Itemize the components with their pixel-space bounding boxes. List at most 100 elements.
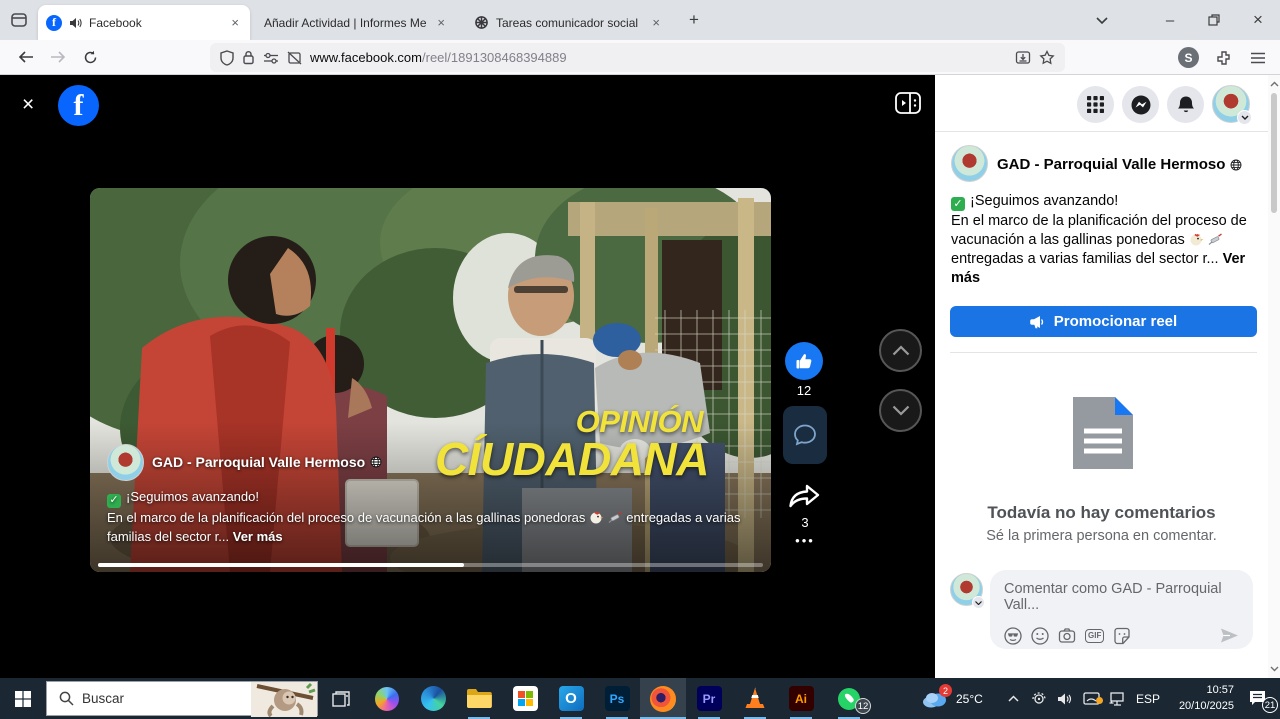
more-options-icon[interactable]: ••• bbox=[785, 533, 825, 548]
reload-icon[interactable] bbox=[74, 43, 106, 71]
reel-page-avatar[interactable] bbox=[107, 444, 144, 481]
firefox-button[interactable] bbox=[640, 678, 686, 719]
hidden-icons-chevron[interactable] bbox=[1000, 695, 1026, 702]
chevron-up-icon bbox=[892, 345, 910, 356]
window-restore-button[interactable] bbox=[1192, 0, 1236, 40]
scroll-up-icon[interactable] bbox=[1270, 81, 1279, 87]
gif-icon[interactable]: GIF bbox=[1085, 629, 1104, 643]
comment-input[interactable]: Comentar como GAD - Parroquial Vall... G… bbox=[990, 570, 1253, 649]
volume-icon[interactable] bbox=[1052, 692, 1078, 706]
tab-list-chevron-icon[interactable] bbox=[1080, 0, 1124, 40]
comment-bubble-icon bbox=[792, 422, 818, 448]
start-button[interactable] bbox=[0, 678, 46, 719]
tracking-shield-icon[interactable] bbox=[220, 50, 234, 66]
see-more-link[interactable]: Ver más bbox=[233, 529, 283, 544]
vlc-button[interactable] bbox=[732, 678, 778, 719]
chatgpt-favicon bbox=[474, 15, 489, 30]
messenger-icon bbox=[1131, 95, 1151, 115]
tab-close-icon[interactable]: × bbox=[434, 15, 448, 30]
taskbar-search-box[interactable]: Buscar bbox=[46, 681, 318, 716]
notifications-button[interactable] bbox=[1167, 86, 1204, 123]
apps-grid-icon bbox=[1087, 96, 1104, 113]
bookmark-star-icon[interactable] bbox=[1039, 50, 1055, 65]
apps-grid-button[interactable] bbox=[1077, 86, 1114, 123]
reel-page-name[interactable]: GAD - Parroquial Valle Hermoso bbox=[152, 454, 382, 470]
temperature-label[interactable]: 25°C bbox=[956, 692, 1000, 706]
next-reel-button[interactable] bbox=[879, 389, 922, 432]
lock-icon[interactable] bbox=[242, 50, 255, 65]
scroll-down-icon[interactable] bbox=[1270, 666, 1279, 672]
outlook-button[interactable]: O bbox=[548, 678, 594, 719]
premiere-button[interactable]: Pr bbox=[686, 678, 732, 719]
cast-screen-icon[interactable] bbox=[1078, 692, 1104, 706]
illustrator-button[interactable]: Ai bbox=[778, 678, 824, 719]
avatar-sticker-icon[interactable] bbox=[1004, 627, 1022, 645]
like-count: 12 bbox=[784, 383, 824, 398]
window-minimize-button[interactable]: – bbox=[1148, 0, 1192, 40]
outlook-icon: O bbox=[559, 686, 584, 711]
messenger-button[interactable] bbox=[1122, 86, 1159, 123]
tab-informes[interactable]: Añadir Actividad | Informes Mensua × bbox=[256, 5, 456, 40]
collapse-panel-icon[interactable] bbox=[895, 92, 921, 114]
back-icon[interactable] bbox=[10, 43, 42, 71]
language-indicator[interactable]: ESP bbox=[1130, 692, 1166, 706]
copilot-button[interactable] bbox=[364, 678, 410, 719]
address-bar[interactable]: www.facebook.com/reel/1891308468394889 bbox=[210, 43, 1065, 72]
close-reel-icon[interactable]: × bbox=[22, 93, 34, 117]
post-page-avatar[interactable] bbox=[951, 145, 988, 182]
like-button[interactable] bbox=[785, 342, 823, 380]
send-icon[interactable] bbox=[1220, 627, 1239, 644]
menu-hamburger-icon[interactable] bbox=[1242, 44, 1274, 72]
facebook-logo[interactable]: f bbox=[58, 85, 99, 126]
comment-button[interactable] bbox=[783, 406, 827, 464]
task-view-icon bbox=[332, 691, 350, 707]
tab-audio-icon[interactable] bbox=[69, 17, 82, 29]
tab-close-icon[interactable]: × bbox=[649, 15, 663, 30]
permissions-icon[interactable] bbox=[263, 52, 279, 64]
firefox-view-icon[interactable] bbox=[10, 11, 28, 29]
store-button[interactable] bbox=[502, 678, 548, 719]
tray-device-icon[interactable] bbox=[1026, 692, 1052, 706]
tab-close-icon[interactable]: × bbox=[228, 15, 242, 30]
save-page-icon[interactable] bbox=[1015, 50, 1031, 65]
tab-facebook[interactable]: f Facebook × bbox=[38, 5, 250, 40]
new-tab-button[interactable]: + bbox=[681, 8, 707, 32]
copilot-icon bbox=[375, 687, 399, 711]
blocked-content-icon[interactable] bbox=[287, 51, 302, 65]
scrollbar-thumb[interactable] bbox=[1271, 93, 1277, 213]
network-icon[interactable] bbox=[1104, 692, 1130, 706]
file-explorer-button[interactable] bbox=[456, 678, 502, 719]
extensions-puzzle-icon[interactable] bbox=[1208, 44, 1240, 72]
window-close-button[interactable]: × bbox=[1236, 0, 1280, 40]
notification-badge: 21 bbox=[1262, 697, 1278, 713]
task-view-button[interactable] bbox=[318, 678, 364, 719]
sticker-icon[interactable] bbox=[1113, 627, 1131, 645]
edge-icon bbox=[421, 686, 446, 711]
bell-icon bbox=[1177, 95, 1195, 114]
edge-button[interactable] bbox=[410, 678, 456, 719]
search-highlight-sloth-image[interactable] bbox=[251, 682, 317, 717]
video-progress-bar[interactable] bbox=[98, 563, 763, 567]
tab-tareas[interactable]: Tareas comunicador social GAD × bbox=[466, 5, 671, 40]
camera-icon[interactable] bbox=[1058, 627, 1076, 645]
whatsapp-button[interactable]: 12 bbox=[824, 678, 874, 719]
share-button[interactable] bbox=[786, 480, 824, 514]
reel-video[interactable]: OPINIÓN CÍUDADANA GAD - Parroquial Valle… bbox=[90, 188, 771, 572]
notification-center-button[interactable]: 21 bbox=[1234, 678, 1280, 719]
share-arrow-icon bbox=[786, 480, 824, 514]
photoshop-button[interactable]: Ps bbox=[594, 678, 640, 719]
taskbar-clock[interactable]: 10:57 20/10/2025 bbox=[1166, 683, 1234, 715]
extension-s-icon[interactable]: S bbox=[1178, 47, 1199, 68]
weather-button[interactable]: 2 bbox=[914, 678, 956, 719]
store-icon bbox=[513, 686, 538, 711]
sidebar-scrollbar[interactable] bbox=[1268, 75, 1280, 678]
promote-reel-button[interactable]: Promocionar reel bbox=[950, 306, 1257, 337]
post-page-name[interactable]: GAD - Parroquial Valle Hermoso bbox=[997, 156, 1242, 173]
comment-placeholder: Comentar como GAD - Parroquial Vall... bbox=[1004, 581, 1239, 613]
forward-icon[interactable] bbox=[42, 43, 74, 71]
globe-icon bbox=[1230, 159, 1242, 171]
search-placeholder: Buscar bbox=[82, 691, 124, 706]
emoji-icon[interactable] bbox=[1031, 627, 1049, 645]
file-explorer-icon bbox=[466, 688, 492, 709]
previous-reel-button[interactable] bbox=[879, 329, 922, 372]
